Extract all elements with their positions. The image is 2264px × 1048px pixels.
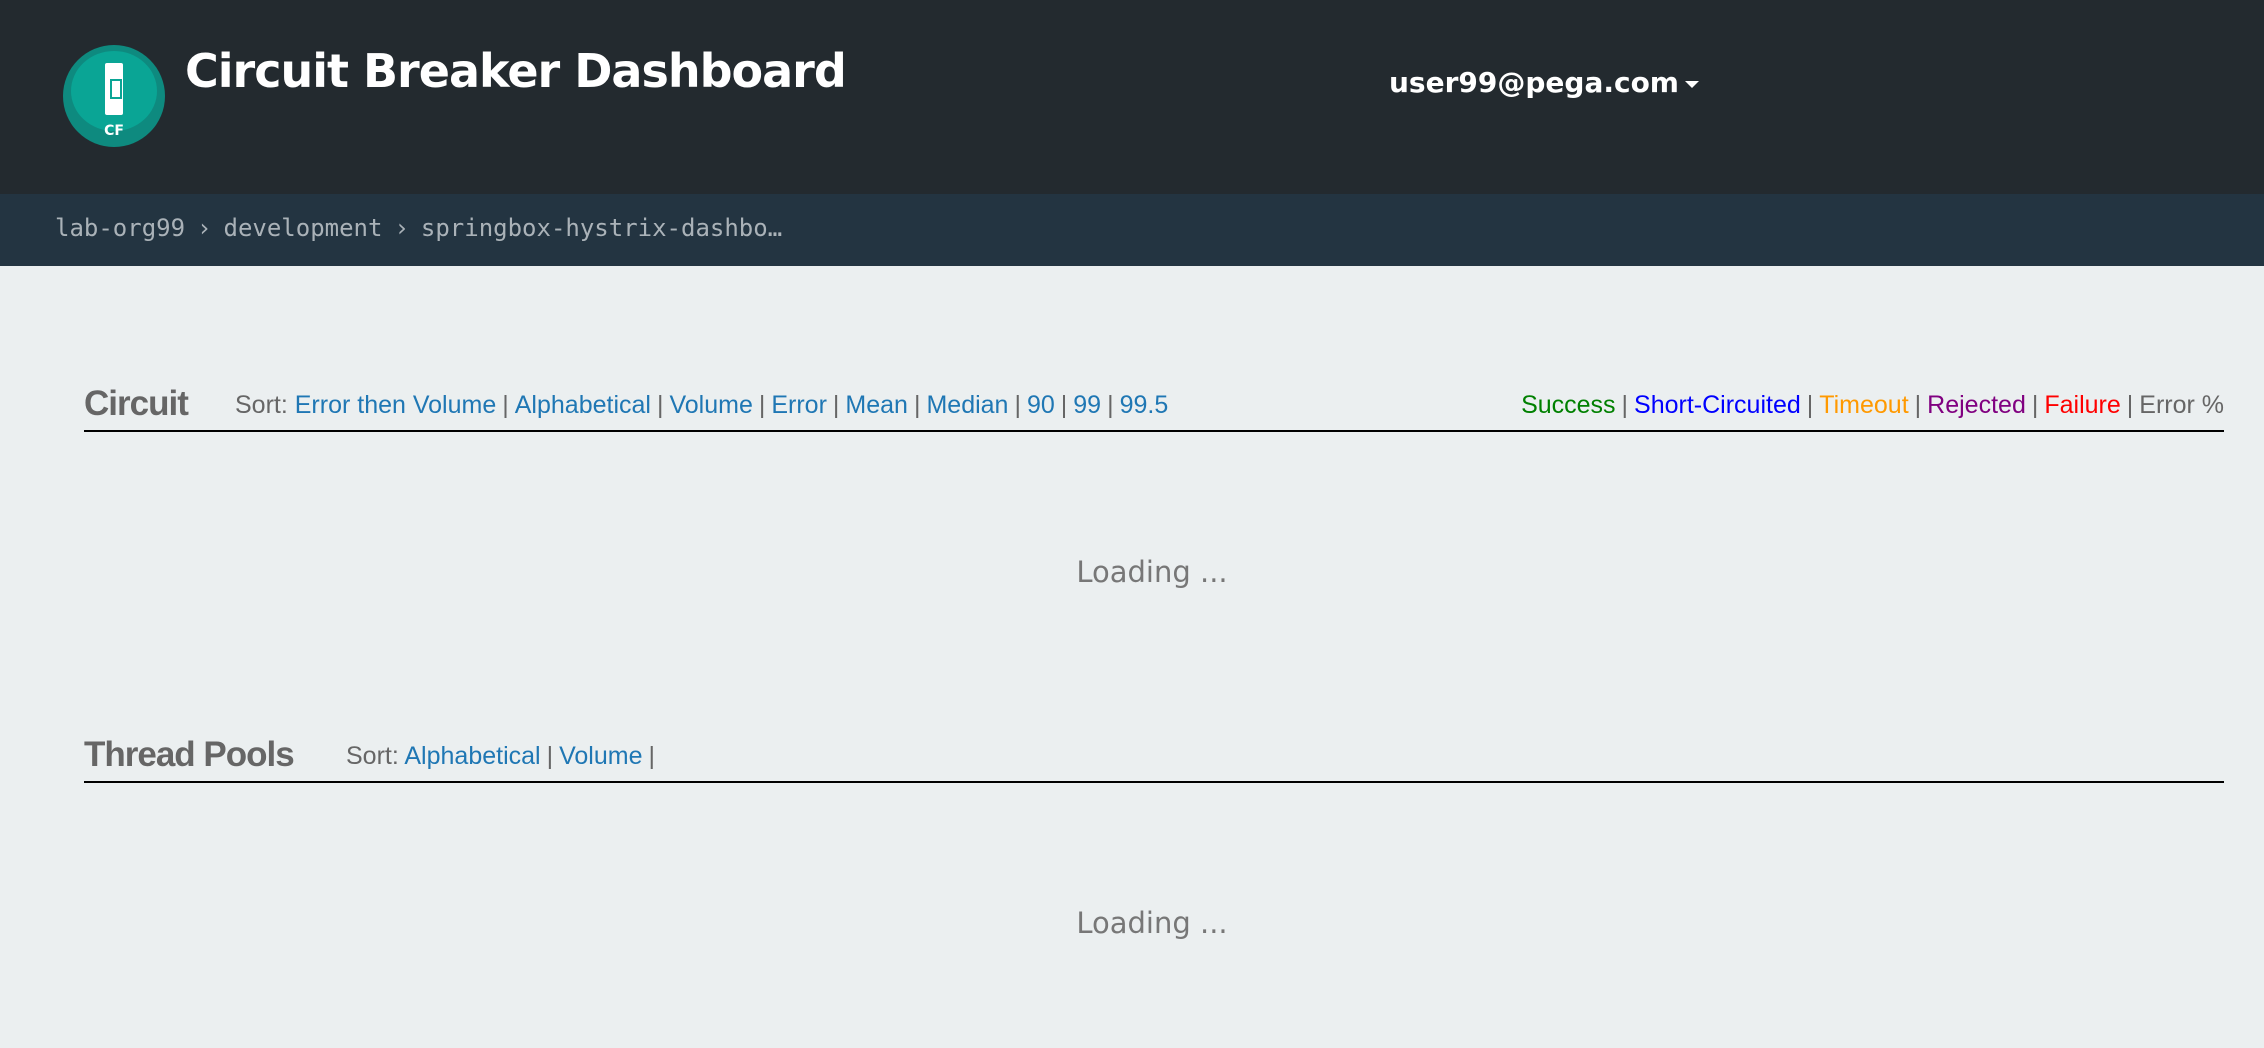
sort-volume[interactable]: Volume bbox=[669, 391, 752, 419]
circuit-section-header: Circuit Sort: Error then Volume | Alphabet… bbox=[84, 380, 2224, 432]
sort-label: Sort: bbox=[346, 742, 399, 770]
chevron-right-icon: › bbox=[394, 214, 409, 242]
thread-pools-loading: Loading ... bbox=[1076, 906, 1228, 940]
legend-success: Success bbox=[1521, 391, 1616, 419]
sort-label: Sort: bbox=[235, 391, 288, 419]
circuit-title: Circuit bbox=[84, 384, 189, 423]
sort-median[interactable]: Median bbox=[926, 391, 1008, 419]
user-email: user99@pega.com bbox=[1389, 66, 1679, 99]
sort-mean[interactable]: Mean bbox=[845, 391, 908, 419]
app-header: CF Circuit Breaker Dashboard user99@pega… bbox=[0, 0, 2264, 194]
sort-alphabetical[interactable]: Alphabetical bbox=[515, 391, 651, 419]
legend-short-circuited: Short-Circuited bbox=[1634, 391, 1801, 419]
thread-pools-section-header: Thread Pools Sort: Alphabetical | Volume | bbox=[84, 731, 2224, 783]
legend-rejected: Rejected bbox=[1927, 391, 2026, 419]
legend-error-percent: Error % bbox=[2139, 391, 2224, 419]
chevron-right-icon: › bbox=[197, 214, 212, 242]
sort-90[interactable]: 90 bbox=[1027, 391, 1055, 419]
sort-error[interactable]: Error bbox=[771, 391, 827, 419]
circuit-legend: Success | Short-Circuited | Timeout | Rejected… bbox=[1521, 391, 2224, 419]
sort-volume[interactable]: Volume bbox=[559, 742, 642, 770]
breadcrumb-org[interactable]: lab-org99 bbox=[55, 214, 185, 242]
sort-99-5[interactable]: 99.5 bbox=[1120, 391, 1169, 419]
sort-alphabetical[interactable]: Alphabetical bbox=[404, 742, 540, 770]
circuit-loading: Loading ... bbox=[1076, 555, 1228, 589]
legend-timeout: Timeout bbox=[1819, 391, 1909, 419]
circuit-sort: Sort: Error then Volume | Alphabetical | Vol… bbox=[235, 391, 1169, 419]
thread-pools-sort: Sort: Alphabetical | Volume | bbox=[346, 742, 655, 770]
legend-failure: Failure bbox=[2044, 391, 2121, 419]
sort-99[interactable]: 99 bbox=[1073, 391, 1101, 419]
breadcrumb-space[interactable]: development bbox=[224, 214, 383, 242]
user-menu[interactable]: user99@pega.com bbox=[1389, 66, 1699, 99]
thread-pools-title: Thread Pools bbox=[84, 735, 295, 774]
caret-down-icon bbox=[1684, 80, 1699, 88]
breadcrumb: lab-org99 › development › springbox-hystrix-… bbox=[0, 194, 2264, 266]
sort-error-then-volume[interactable]: Error then Volume bbox=[295, 391, 497, 419]
cf-logo-icon: CF bbox=[63, 45, 165, 147]
breadcrumb-app: springbox-hystrix-dashbo… bbox=[420, 214, 783, 242]
app-title: Circuit Breaker Dashboard bbox=[185, 44, 847, 98]
